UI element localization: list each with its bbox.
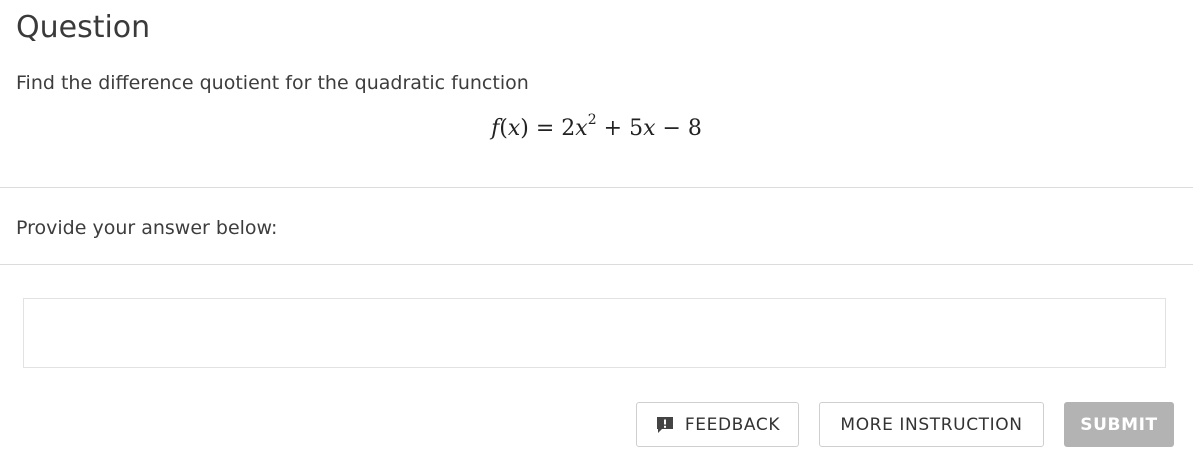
answer-input[interactable] [23, 298, 1166, 368]
page-title: Question [16, 10, 151, 45]
eq-variable: x [507, 116, 521, 141]
eq-constant: 8 [687, 116, 702, 141]
eq-paren-close: ) [520, 116, 529, 141]
math-equation: f(x) = 2x2 + 5x − 8 [0, 113, 1193, 141]
question-prompt: Find the difference quotient for the qua… [16, 72, 529, 94]
submit-button-label: SUBMIT [1080, 414, 1158, 435]
answer-label: Provide your answer below: [16, 217, 278, 239]
eq-exponent: 2 [587, 112, 597, 128]
more-instruction-button[interactable]: MORE INSTRUCTION [819, 402, 1044, 447]
eq-equals: = [535, 116, 555, 141]
section-divider [0, 264, 1193, 265]
eq-coefficient-1: 2 [561, 116, 576, 141]
submit-button[interactable]: SUBMIT [1064, 402, 1174, 447]
eq-plus: + [603, 116, 623, 141]
eq-function-name: f [491, 116, 500, 141]
question-page: Question Find the difference quotient fo… [0, 0, 1193, 467]
eq-coefficient-2: 5 [629, 116, 644, 141]
eq-paren-open: ( [499, 116, 508, 141]
eq-variable-3: x [643, 116, 656, 141]
eq-variable-2: x [575, 116, 588, 141]
eq-minus: − [662, 116, 681, 141]
more-instruction-label: MORE INSTRUCTION [840, 414, 1023, 435]
feedback-button[interactable]: FEEDBACK [636, 402, 799, 447]
section-divider [0, 187, 1193, 188]
feedback-chat-icon [656, 416, 673, 433]
feedback-button-label: FEEDBACK [684, 414, 781, 435]
